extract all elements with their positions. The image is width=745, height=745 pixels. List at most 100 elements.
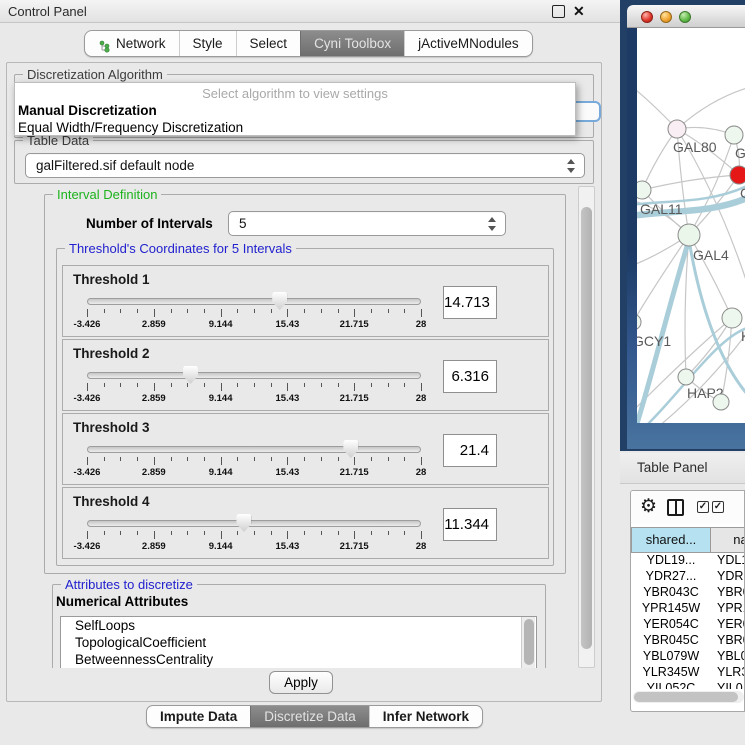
gear-icon[interactable]: ⚙ (640, 495, 657, 519)
cell-shared-name[interactable]: YBR043C (631, 585, 711, 601)
table-row[interactable]: YBR045CYBR0 (631, 633, 745, 649)
table-data-combo[interactable]: galFiltered.sif default node (25, 153, 585, 178)
table-row[interactable]: YDL19...YDL1 (631, 553, 745, 569)
table-row[interactable]: YLR345WYLR3 (631, 665, 745, 681)
network-node[interactable] (637, 314, 641, 330)
attributes-list-scrollbar[interactable] (521, 617, 535, 668)
cell-name[interactable]: YLR3 (711, 665, 745, 681)
close-icon[interactable]: ✕ (573, 5, 586, 18)
network-edge[interactable] (642, 129, 677, 190)
cell-shared-name[interactable]: YIL052C (631, 681, 711, 689)
network-node[interactable] (637, 181, 651, 199)
threshold-1-value-field[interactable]: 14.713 (443, 286, 497, 319)
network-node[interactable] (725, 126, 743, 144)
slider-tick-labels: -3.4262.8599.14415.4321.71528 (87, 541, 421, 552)
table-horizontal-scrollbar[interactable] (633, 691, 744, 703)
list-item-selfloops[interactable]: SelfLoops (61, 617, 536, 634)
popup-option-equal-width-frequency[interactable]: Equal Width/Frequency Discretization (18, 120, 243, 135)
column-header-shared[interactable]: shared... (631, 527, 711, 553)
tab-style[interactable]: Style (179, 31, 236, 56)
threshold-4-value-field[interactable]: 11.344 (443, 508, 497, 541)
cell-name[interactable]: YBL0 (711, 649, 745, 665)
cell-name[interactable]: YBR0 (711, 633, 745, 649)
tab-discretize-data[interactable]: Discretize Data (250, 706, 369, 727)
tick-label: 28 (416, 541, 427, 552)
slider-track[interactable] (87, 520, 421, 527)
tick-mark (388, 383, 389, 387)
list-item-betweennesscentrality[interactable]: BetweennessCentrality (61, 651, 536, 668)
network-node[interactable] (668, 120, 686, 138)
slider-track[interactable] (87, 298, 421, 305)
table-row[interactable]: YBL079WYBL0 (631, 649, 745, 665)
network-edge[interactable] (637, 240, 689, 423)
column-header-name[interactable]: na (711, 527, 745, 553)
scrollbar-thumb[interactable] (634, 692, 738, 702)
slider-track[interactable] (87, 446, 421, 453)
minimize-traffic-light[interactable] (660, 11, 672, 23)
list-item-topologicalcoefficient[interactable]: TopologicalCoefficient (61, 634, 536, 651)
network-node[interactable] (730, 166, 745, 184)
cell-shared-name[interactable]: YBR045C (631, 633, 711, 649)
network-edge[interactable] (642, 175, 739, 190)
popup-option-manual-discretization[interactable]: Manual Discretization (18, 103, 157, 118)
cell-shared-name[interactable]: YDL19... (631, 553, 711, 569)
slider-track[interactable] (87, 372, 421, 379)
tick-mark (321, 531, 322, 535)
close-traffic-light[interactable] (641, 11, 653, 23)
network-edge[interactable] (637, 235, 689, 322)
tick-mark (371, 383, 372, 387)
tab-cyni-toolbox[interactable]: Cyni Toolbox (300, 31, 404, 56)
slider-thumb[interactable] (183, 366, 198, 384)
network-edge[interactable] (686, 318, 732, 377)
checkbox-checked-icon[interactable]: ✓ (697, 501, 709, 513)
network-desktop-background: GAL80GACGAL11GAL4GCY1HHAP2 (620, 0, 745, 451)
tab-infer-network[interactable]: Infer Network (369, 706, 482, 727)
number-of-intervals-combo[interactable]: 5 (228, 211, 506, 236)
network-canvas[interactable]: GAL80GACGAL11GAL4GCY1HHAP2 (637, 28, 745, 423)
cell-shared-name[interactable]: YLR345W (631, 665, 711, 681)
tick-mark (287, 309, 288, 317)
table-row[interactable]: YER054CYER0 (631, 617, 745, 633)
cell-shared-name[interactable]: YBL079W (631, 649, 711, 665)
slider-thumb[interactable] (343, 440, 358, 458)
network-node[interactable] (713, 394, 729, 410)
cell-shared-name[interactable]: YPR145W (631, 601, 711, 617)
threshold-2-value-field[interactable]: 6.316 (443, 360, 497, 393)
tick-mark (171, 531, 172, 535)
cell-name[interactable]: YER0 (711, 617, 745, 633)
tab-network[interactable]: Network (85, 31, 179, 56)
tab-select-label: Select (250, 31, 288, 56)
apply-button[interactable]: Apply (269, 671, 333, 694)
cell-name[interactable]: YBR0 (711, 585, 745, 601)
network-edge[interactable] (677, 88, 745, 129)
table-row[interactable]: YIL052CYIL0 (631, 681, 745, 689)
settings-vertical-scrollbar[interactable] (578, 186, 595, 668)
cell-name[interactable]: YDL1 (711, 553, 745, 569)
slider-thumb[interactable] (272, 292, 287, 310)
cell-name[interactable]: YPR1 (711, 601, 745, 617)
tab-select[interactable]: Select (236, 31, 301, 56)
split-view-icon[interactable] (667, 499, 684, 516)
network-node[interactable] (678, 369, 694, 385)
tab-impute-data[interactable]: Impute Data (147, 706, 250, 727)
scrollbar-thumb[interactable] (581, 207, 592, 649)
tab-jactivemnodules[interactable]: jActiveMNodules (404, 31, 532, 56)
cell-name[interactable]: YDR2 (711, 569, 745, 585)
zoom-traffic-light[interactable] (679, 11, 691, 23)
table-row[interactable]: YBR043CYBR0 (631, 585, 745, 601)
table-row[interactable]: YPR145WYPR1 (631, 601, 745, 617)
scrollbar-thumb[interactable] (524, 619, 534, 665)
cell-shared-name[interactable]: YDR27... (631, 569, 711, 585)
table-row[interactable]: YDR27...YDR2 (631, 569, 745, 585)
cell-name[interactable]: YIL0 (711, 681, 745, 689)
threshold-3-value-field[interactable]: 21.4 (443, 434, 497, 467)
network-node[interactable] (722, 308, 742, 328)
network-node[interactable] (678, 224, 700, 246)
slider-thumb[interactable] (236, 514, 251, 532)
tick-mark (221, 457, 222, 465)
cell-shared-name[interactable]: YER054C (631, 617, 711, 633)
network-tree-icon (98, 37, 111, 51)
float-window-icon[interactable] (552, 5, 565, 18)
checkbox-checked-icon[interactable]: ✓ (712, 501, 724, 513)
numerical-attributes-list[interactable]: SelfLoops TopologicalCoefficient Between… (60, 616, 537, 668)
